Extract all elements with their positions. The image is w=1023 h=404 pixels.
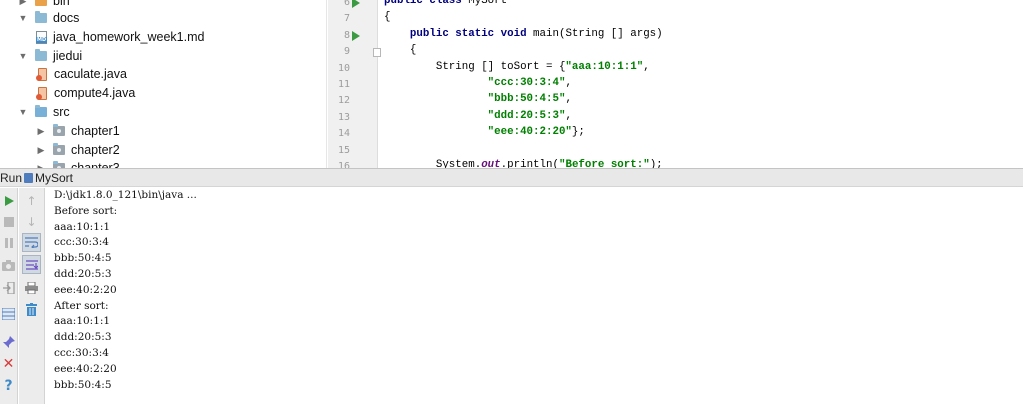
run-gutter-icon[interactable] bbox=[352, 0, 360, 8]
run-gutter-icon[interactable] bbox=[352, 30, 360, 41]
package-icon bbox=[53, 124, 65, 136]
console-line: bbb:50:4:5 bbox=[54, 252, 112, 265]
tree-item[interactable]: compute4.java bbox=[36, 84, 135, 102]
stop-icon[interactable] bbox=[1, 214, 16, 229]
tree-item-label: jiedui bbox=[53, 49, 83, 63]
line-number: 6 bbox=[343, 0, 350, 8]
close-icon[interactable]: ✕ bbox=[1, 356, 16, 371]
layout-icon[interactable] bbox=[1, 306, 16, 321]
run-tool-label[interactable]: Run bbox=[0, 171, 22, 185]
console-line: aaa:10:1:1 bbox=[54, 315, 111, 328]
tree-item[interactable]: ▶ chapter1 bbox=[36, 122, 120, 140]
run-config-tab[interactable]: MySort bbox=[35, 171, 73, 185]
camera-icon[interactable] bbox=[1, 258, 16, 273]
source-folder-icon bbox=[35, 105, 47, 117]
line-number: 7 bbox=[343, 13, 350, 25]
package-icon bbox=[53, 143, 65, 155]
editor-gutter: 6 7 8 9 10 11 12 13 14 15 16 bbox=[328, 0, 381, 168]
tree-item-label: java_homework_week1.md bbox=[53, 30, 205, 44]
project-tree: ▶ bin ▼ docs java_homework_week1.md ▼ jiedui ca… bbox=[0, 0, 327, 168]
tree-item[interactable]: ▶ chapter3 bbox=[36, 159, 120, 168]
folder-icon bbox=[35, 49, 47, 61]
tree-item-label: caculate.java bbox=[54, 67, 127, 81]
tree-item-label: chapter2 bbox=[71, 143, 120, 157]
tree-item-label: bin bbox=[53, 0, 70, 8]
line-number: 13 bbox=[337, 111, 350, 123]
exit-icon[interactable] bbox=[1, 280, 16, 295]
pause-icon[interactable] bbox=[1, 235, 16, 250]
line-number: 16 bbox=[337, 161, 350, 168]
fold-icon[interactable] bbox=[373, 48, 381, 58]
expanded-arrow-icon[interactable]: ▼ bbox=[18, 51, 28, 61]
tree-item[interactable]: caculate.java bbox=[36, 65, 127, 83]
line-number: 12 bbox=[337, 95, 350, 107]
code-line: public class MySort bbox=[384, 0, 508, 7]
code-line: "bbb:50:4:5", bbox=[487, 93, 572, 106]
line-number: 9 bbox=[343, 46, 350, 58]
console-line: ddd:20:5:3 bbox=[54, 331, 112, 344]
line-number: 14 bbox=[337, 128, 350, 140]
tree-item-label: chapter1 bbox=[71, 124, 120, 138]
tree-item-label: compute4.java bbox=[54, 86, 136, 100]
console-command-line: D:\jdk1.8.0_121\bin\java ... bbox=[54, 189, 197, 201]
run-tool-window-header: Run MySort bbox=[0, 168, 1023, 187]
code-line: { bbox=[384, 44, 417, 57]
java-file-icon bbox=[36, 67, 47, 81]
markdown-file-icon bbox=[36, 30, 48, 44]
console-line: ccc:30:3:4 bbox=[54, 347, 109, 359]
code-line: String [] toSort = {"aaa:10:1:1", bbox=[384, 60, 650, 73]
line-number: 8 bbox=[343, 29, 350, 41]
code-line: { bbox=[384, 11, 391, 24]
tree-item[interactable]: ▼ src bbox=[18, 103, 70, 121]
tree-item[interactable]: ▼ jiedui bbox=[18, 47, 82, 65]
run-actions-toolbar: ✕ ? bbox=[0, 188, 18, 404]
code-line: System.out.println("Before sort:"); bbox=[384, 159, 663, 168]
code-line: "ddd:20:5:3", bbox=[487, 109, 572, 122]
tree-item[interactable]: ▶ chapter2 bbox=[36, 141, 120, 159]
console-toolbar: ↑ ↓ bbox=[19, 188, 45, 404]
console-line: eee:40:2:20 bbox=[54, 362, 117, 375]
console-line: After sort: bbox=[54, 299, 109, 312]
arrow-up-icon[interactable]: ↑ bbox=[24, 193, 39, 208]
code-editor[interactable]: 6 7 8 9 10 11 12 13 14 15 16 public class MySort{ … bbox=[328, 0, 1023, 168]
collapsed-arrow-icon[interactable]: ▶ bbox=[18, 0, 28, 7]
code-line: "eee:40:2:20"}; bbox=[487, 126, 585, 139]
print-icon[interactable] bbox=[24, 280, 39, 295]
console-line: Before sort: bbox=[54, 204, 118, 217]
tree-item-label: chapter3 bbox=[71, 161, 120, 168]
run-config-icon bbox=[24, 173, 33, 183]
console-line: eee:40:2:20 bbox=[54, 283, 117, 296]
collapsed-arrow-icon[interactable]: ▶ bbox=[36, 126, 46, 137]
rerun-icon[interactable] bbox=[1, 193, 16, 208]
expanded-arrow-icon[interactable]: ▼ bbox=[18, 107, 28, 117]
soft-wrap-icon[interactable] bbox=[22, 233, 41, 252]
console-line: ddd:20:5:3 bbox=[54, 268, 112, 280]
pin-icon[interactable] bbox=[1, 334, 16, 349]
trash-icon[interactable] bbox=[24, 302, 39, 317]
line-number: 15 bbox=[337, 144, 350, 156]
expanded-arrow-icon[interactable]: ▼ bbox=[18, 13, 28, 23]
code-line: public static void main(String [] args) bbox=[409, 27, 663, 40]
tree-item[interactable]: ▼ docs bbox=[18, 9, 79, 27]
console-line: aaa:10:1:1 bbox=[54, 220, 111, 233]
console-output[interactable]: D:\jdk1.8.0_121\bin\java ... Before sort:… bbox=[46, 188, 1023, 404]
arrow-down-icon[interactable]: ↓ bbox=[24, 214, 39, 229]
collapsed-arrow-icon[interactable]: ▶ bbox=[36, 145, 46, 156]
scroll-to-end-icon[interactable] bbox=[22, 255, 41, 274]
tree-item-label: docs bbox=[53, 11, 80, 25]
line-number: 10 bbox=[337, 62, 350, 74]
tree-item-label: src bbox=[53, 105, 70, 119]
line-number: 11 bbox=[337, 79, 350, 90]
tree-item[interactable]: java_homework_week1.md bbox=[36, 28, 204, 46]
code-line: "ccc:30:3:4", bbox=[487, 77, 572, 89]
help-icon[interactable]: ? bbox=[1, 378, 16, 393]
console-line: ccc:30:3:4 bbox=[54, 236, 109, 249]
folder-icon bbox=[35, 11, 47, 23]
output-folder-icon bbox=[35, 0, 47, 6]
console-line: bbb:50:4:5 bbox=[54, 378, 112, 391]
java-file-icon bbox=[36, 86, 47, 100]
